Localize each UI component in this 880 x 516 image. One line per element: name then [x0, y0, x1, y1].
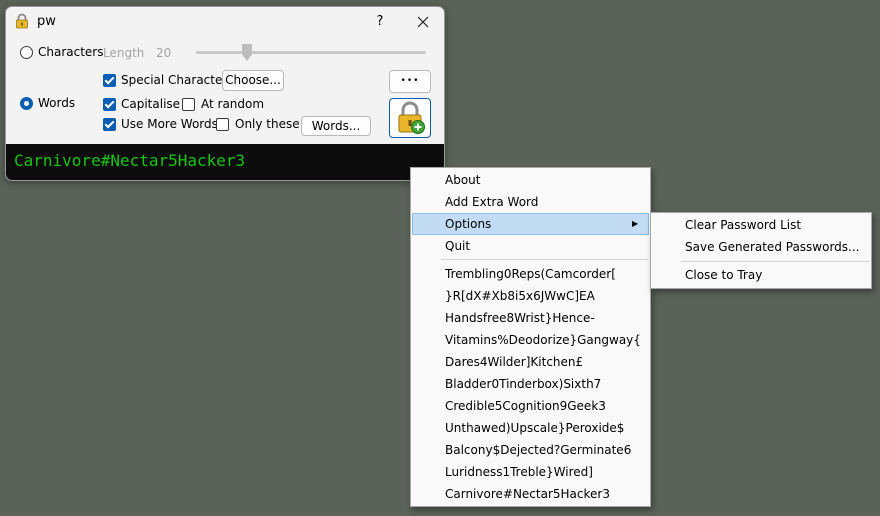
history-item[interactable]: Bladder0Tinderbox)Sixth7	[445, 377, 601, 391]
submenu-arrow-icon: ▶	[632, 219, 639, 228]
more-options-button[interactable]: •••	[389, 70, 431, 93]
submenu-item-save-generated-passwords[interactable]: Save Generated Passwords...	[685, 240, 860, 254]
generate-button[interactable]	[389, 98, 431, 138]
history-item[interactable]: Credible5Cognition9Geek3	[445, 399, 606, 413]
submenu-separator	[681, 261, 869, 262]
history-item[interactable]: Balcony$Dejected?Germinate6	[445, 443, 631, 457]
lock-add-icon	[398, 101, 425, 134]
history-item[interactable]: Carnivore#Nectar5Hacker3	[445, 487, 610, 501]
history-item[interactable]: Unthawed)Upscale}Peroxide$	[445, 421, 624, 435]
length-slider-track[interactable]	[196, 51, 426, 54]
use-more-words-label: Use More Words	[121, 117, 218, 131]
history-item[interactable]: }R[dX#Xb8i5x6JWwC]EA	[445, 289, 595, 303]
length-slider-thumb[interactable]	[242, 44, 252, 61]
menu-item-options-label: Options	[445, 217, 492, 231]
menu-item-about[interactable]: About	[445, 173, 480, 187]
title-bar[interactable]: pw ?	[6, 7, 444, 37]
words-label: Words	[38, 96, 76, 110]
only-these-label: Only these	[235, 117, 300, 131]
characters-label: Characters	[38, 45, 104, 59]
context-menu: About Add Extra Word Options ▶ Quit Trem…	[410, 167, 651, 507]
words-button[interactable]: Words...	[301, 116, 371, 136]
length-label: Length	[103, 46, 145, 60]
padlock-icon	[16, 13, 28, 29]
menu-item-add-extra-word[interactable]: Add Extra Word	[445, 195, 538, 209]
history-item[interactable]: Dares4Wilder]Kitchen£	[445, 355, 583, 369]
password-output[interactable]: Carnivore#Nectar5Hacker3	[6, 144, 444, 180]
close-icon	[417, 16, 429, 28]
history-item[interactable]: Handsfree8Wrist}Hence-	[445, 311, 595, 325]
at-random-label: At random	[201, 97, 265, 111]
only-these-checkbox[interactable]	[216, 118, 229, 131]
history-item[interactable]: Vitamins%Deodorize}Gangway{	[445, 333, 641, 347]
menu-separator	[441, 259, 648, 260]
submenu-item-clear-password-list[interactable]: Clear Password List	[685, 218, 801, 232]
app-window: pw ? Characters Length 20 Special Charac…	[5, 6, 445, 181]
special-characters-checkbox[interactable]	[103, 74, 116, 87]
options-submenu: Clear Password List Save Generated Passw…	[650, 212, 872, 289]
length-value: 20	[156, 46, 172, 60]
menu-item-quit[interactable]: Quit	[445, 239, 470, 253]
capitalise-label: Capitalise	[121, 97, 181, 111]
generated-password: Carnivore#Nectar5Hacker3	[14, 151, 246, 170]
words-radio[interactable]	[20, 97, 33, 110]
submenu-item-close-to-tray[interactable]: Close to Tray	[685, 268, 762, 282]
characters-radio[interactable]	[20, 46, 33, 59]
help-button[interactable]: ?	[370, 11, 390, 33]
window-title: pw	[37, 14, 56, 29]
close-button[interactable]	[412, 11, 434, 33]
choose-button[interactable]: Choose...	[222, 70, 284, 91]
use-more-words-checkbox[interactable]	[103, 118, 116, 131]
capitalise-checkbox[interactable]	[103, 98, 116, 111]
special-characters-label: Special Characters	[121, 73, 234, 87]
history-item[interactable]: Luridness1Treble}Wired]	[445, 465, 593, 479]
at-random-checkbox[interactable]	[182, 98, 195, 111]
history-item[interactable]: Trembling0Reps(Camcorder[	[445, 267, 616, 281]
